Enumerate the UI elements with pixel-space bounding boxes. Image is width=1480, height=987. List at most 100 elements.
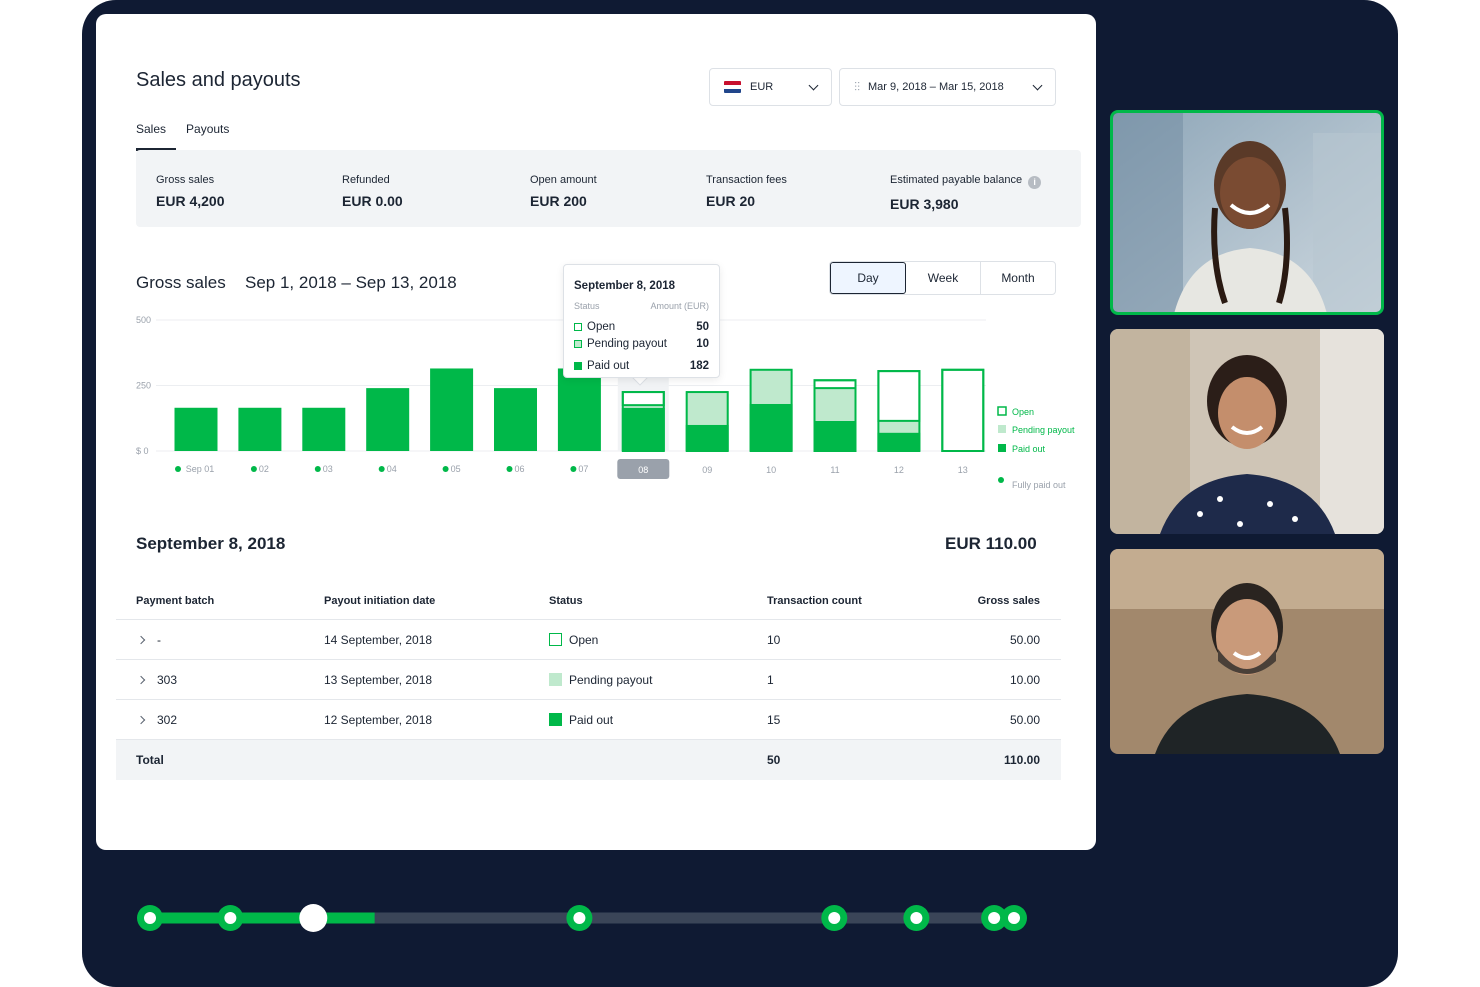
granularity-week-button[interactable]: Week [906, 262, 981, 294]
tooltip-row-label: Paid out [587, 360, 630, 372]
stat-value: EUR 20 [706, 193, 756, 209]
pending-status-icon [549, 673, 562, 686]
chart-date-range: Sep 1, 2018 – Sep 13, 2018 [245, 273, 457, 292]
stat-label: Open amount [530, 174, 597, 186]
currency-select[interactable]: EUR [709, 68, 832, 106]
bar-paid-out [813, 420, 857, 451]
y-tick-label: $ 0 [136, 446, 149, 456]
cell-date: 13 September, 2018 [324, 673, 433, 687]
bar-paid-out [366, 388, 410, 451]
open-status-icon [549, 633, 562, 646]
header-payment-batch[interactable]: Payment batch [136, 582, 214, 620]
bar-paid-out [174, 407, 218, 451]
bar-open [813, 379, 857, 390]
chevron-right-icon[interactable] [136, 675, 146, 685]
status-label: Open [569, 633, 599, 647]
payment-batch-table: Payment batch Payout initiation date Sta… [116, 582, 1061, 780]
tooltip-row-open: Open 50 [574, 321, 709, 333]
chevron-right-icon[interactable] [136, 715, 146, 725]
tab-sales[interactable]: Sales [136, 122, 177, 151]
x-tick-label: 09 [702, 465, 712, 475]
cell-gross: 10.00 [1009, 673, 1040, 687]
timeline-marker-center[interactable] [224, 912, 237, 924]
table-total-row: Total 50 110.00 [116, 740, 1061, 780]
info-icon[interactable]: i [1028, 176, 1042, 189]
cell-gross: 50.00 [1009, 713, 1040, 727]
table-header: Payment batch Payout initiation date Sta… [116, 582, 1061, 620]
x-tick-label: 08 [638, 465, 648, 475]
cell-gross: 50.00 [1009, 633, 1040, 647]
bar-pending-payout [813, 388, 857, 421]
participant-video-3[interactable] [1110, 549, 1384, 754]
x-tick-label: 04 [387, 464, 397, 474]
sliders-icon: ⫶⫶ [854, 79, 861, 94]
open-swatch-icon [574, 323, 582, 331]
stat-label: Transaction fees [706, 174, 787, 186]
table-row[interactable]: 303 13 September, 2018 Pending payout 1 … [116, 660, 1061, 700]
timeline-marker-center[interactable] [828, 912, 841, 924]
chart-tooltip: September 8, 2018 Status Amount (EUR) Op… [563, 264, 720, 378]
y-tick-label: 250 [136, 381, 151, 391]
cell-count: 10 [767, 633, 781, 647]
legend-label: Paid out [1012, 444, 1046, 454]
bar-paid-out [238, 407, 282, 451]
paid-status-icon [549, 713, 562, 726]
timeline-marker-center[interactable] [988, 912, 1001, 924]
table-row[interactable]: 302 12 September, 2018 Paid out 15 50.00 [116, 700, 1061, 740]
date-range-picker[interactable]: ⫶⫶ Mar 9, 2018 – Mar 15, 2018 [839, 68, 1056, 106]
granularity-day-button[interactable]: Day [830, 262, 906, 294]
participant-avatar [1110, 329, 1384, 534]
table-row[interactable]: - 14 September, 2018 Open 10 50.00 [116, 620, 1061, 660]
header-status[interactable]: Status [549, 582, 583, 620]
timeline-current-marker[interactable] [299, 904, 328, 932]
bar-paid-out [302, 407, 346, 451]
granularity-month-button[interactable]: Month [981, 262, 1055, 294]
bar-pending-payout [685, 392, 729, 425]
bar-open [621, 391, 665, 407]
stat-gross-sales: Gross sales EUR 4,200 [156, 174, 224, 209]
x-tick-label: 10 [766, 465, 776, 475]
bar-paid-out [430, 368, 474, 451]
tab-payouts[interactable]: Payouts [186, 122, 229, 151]
x-tick-label: 05 [451, 464, 461, 474]
netherlands-flag-icon [724, 81, 741, 93]
stat-transaction-fees: Transaction fees EUR 20 [706, 174, 787, 209]
x-tick-label: 11 [830, 465, 839, 475]
tooltip-row-label: Pending payout [587, 338, 667, 350]
bar-open [941, 368, 985, 452]
participant-video-2[interactable] [1110, 329, 1384, 534]
bar-paid-out [621, 407, 665, 451]
timeline-marker-center[interactable] [573, 912, 586, 924]
stat-value: EUR 4,200 [156, 193, 225, 209]
header-transaction-count[interactable]: Transaction count [767, 582, 862, 620]
chevron-right-icon[interactable] [136, 635, 146, 645]
tab-bar: Sales Payouts [136, 122, 239, 151]
total-gross: 110.00 [1003, 753, 1040, 767]
stat-value: EUR 3,980 [890, 196, 959, 212]
fully-paid-dot [250, 466, 257, 472]
cell-date: 12 September, 2018 [324, 713, 433, 727]
legend-label: Pending payout [1012, 425, 1075, 435]
timeline-marker-center[interactable] [910, 912, 923, 924]
tooltip-row-paid: Paid out 182 [574, 360, 709, 372]
bar-pending-payout [749, 369, 793, 404]
x-tick-label: 03 [323, 464, 333, 474]
status-label: Paid out [569, 713, 614, 727]
legend-paid-swatch [998, 444, 1006, 452]
fully-paid-dot [175, 466, 181, 472]
x-tick-label: 06 [514, 464, 524, 474]
header-gross-sales[interactable]: Gross sales [978, 582, 1040, 620]
timeline-marker-center[interactable] [1008, 912, 1020, 924]
header-payout-date[interactable]: Payout initiation date [324, 582, 435, 620]
participant-avatar [1113, 113, 1381, 312]
tooltip-row-amount: 10 [696, 338, 709, 350]
detail-date: September 8, 2018 [136, 534, 286, 553]
summary-bar: Gross sales EUR 4,200 Refunded EUR 0.00 … [136, 150, 1081, 227]
presentation-timeline[interactable] [130, 898, 1040, 940]
tooltip-row-amount: 50 [696, 321, 709, 333]
x-tick-label: 13 [958, 465, 968, 475]
bar-pending-payout [877, 420, 921, 433]
timeline-marker-center[interactable] [144, 912, 156, 924]
participant-video-1[interactable] [1110, 110, 1384, 315]
cell-date: 14 September, 2018 [324, 633, 433, 647]
